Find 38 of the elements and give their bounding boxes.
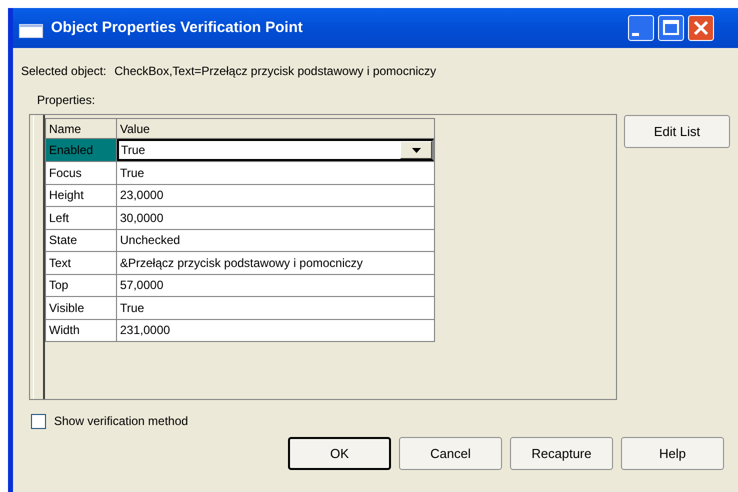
- dialog-button[interactable]: Recapture: [510, 437, 613, 470]
- value-cell: 30,0000: [116, 206, 434, 229]
- name-cell[interactable]: Left: [46, 206, 116, 229]
- close-button[interactable]: [688, 15, 714, 41]
- minimize-button[interactable]: [628, 15, 654, 41]
- value-cell: True: [116, 296, 434, 319]
- column-header: Name: [46, 118, 116, 138]
- value-cell: Unchecked: [116, 229, 434, 252]
- name-cell[interactable]: Height: [46, 184, 116, 206]
- name-cell[interactable]: State: [46, 229, 116, 252]
- dialog-button[interactable]: OK: [288, 437, 391, 470]
- name-cell[interactable]: Top: [46, 274, 116, 296]
- value-cell: 231,0000: [116, 319, 434, 342]
- name-cell[interactable]: Text: [46, 252, 116, 274]
- value-cell: True: [116, 162, 434, 184]
- dialog-button[interactable]: Help: [621, 437, 724, 470]
- window-title: Object Properties Verification Point: [51, 18, 303, 38]
- value-cell: 57,0000: [116, 274, 434, 296]
- maximize-button[interactable]: [658, 15, 684, 41]
- dropdown-button[interactable]: [400, 141, 432, 159]
- name-cell[interactable]: Width: [46, 319, 116, 342]
- edit-list-button[interactable]: Edit List: [624, 115, 730, 148]
- selected-object-value: CheckBox,Text=Przełącz przycisk podstawowy i pomocniczy: [114, 63, 436, 80]
- name-cell[interactable]: Focus: [46, 162, 116, 184]
- name-cell[interactable]: Visible: [46, 296, 116, 319]
- name-cell[interactable]: Enabled: [46, 138, 116, 162]
- value-cell: &Przełącz przycisk podstawowy i pomocniczy: [116, 252, 434, 274]
- properties-label: Properties:: [37, 92, 96, 109]
- value-dropdown-text[interactable]: True: [121, 141, 146, 159]
- column-header: Value: [116, 118, 434, 138]
- selected-object-label: Selected object:: [21, 63, 106, 80]
- caret-icon: [412, 148, 420, 152]
- dialog-button[interactable]: Cancel: [399, 437, 502, 470]
- window-icon: [19, 21, 43, 35]
- value-cell: 23,0000: [116, 184, 434, 206]
- show-verification-checkbox[interactable]: [31, 414, 46, 428]
- show-verification-label: Show verification method: [54, 413, 188, 430]
- minimize-icon: [632, 33, 639, 36]
